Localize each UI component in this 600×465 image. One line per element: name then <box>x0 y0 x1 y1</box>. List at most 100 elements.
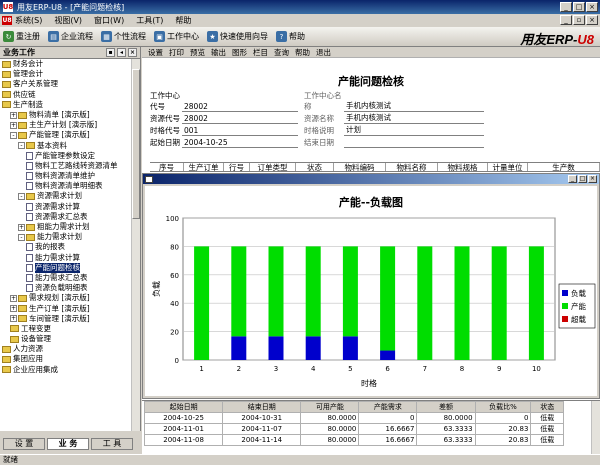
collapse-icon[interactable]: - <box>18 193 25 201</box>
chart-close-button[interactable]: × <box>588 175 597 183</box>
tree-item[interactable]: 供应链 <box>0 90 132 100</box>
chart-maximize-button[interactable]: □ <box>578 175 587 183</box>
field-value[interactable]: 001 <box>182 126 298 136</box>
grid-column-header[interactable]: 差额 <box>416 401 476 413</box>
tree-scrollbar[interactable] <box>131 59 140 431</box>
tree-item[interactable]: 客户关系管理 <box>0 79 132 89</box>
tree-item[interactable]: + 需求规划 [演示版] <box>0 293 132 303</box>
tree-item[interactable]: - 能力需求计划 <box>0 232 132 242</box>
tree-item[interactable]: 产能问题检核 <box>0 262 132 273</box>
tree-item[interactable]: 能力需求计算 <box>0 253 132 263</box>
tree-item[interactable]: - 资源需求计划 <box>0 191 132 201</box>
report-tool-button[interactable]: 设置 <box>148 47 163 58</box>
menu-view[interactable]: 视图(V) <box>54 15 82 26</box>
tree-item[interactable]: 资源需求计算 <box>0 202 132 212</box>
close-button[interactable]: × <box>586 2 598 12</box>
menu-system[interactable]: 系统(S) <box>15 15 42 26</box>
field-value[interactable]: 手机内核测试 <box>344 100 484 112</box>
tree-item[interactable]: 能力需求汇总表 <box>0 273 132 283</box>
menu-window[interactable]: 窗口(W) <box>94 15 124 26</box>
grid-column-header[interactable]: 结束日期 <box>222 401 302 413</box>
save-icon[interactable]: ▪ <box>106 48 115 57</box>
scrollbar-thumb[interactable] <box>132 69 140 219</box>
pin-icon[interactable]: ◂ <box>117 48 126 57</box>
quick-wizard-button[interactable]: ★ 快速使用向导 <box>207 31 268 42</box>
column-header[interactable]: 生产数 <box>528 163 600 172</box>
tree-item[interactable]: 产能管理参数设定 <box>0 151 132 161</box>
column-header[interactable]: 物料编码 <box>334 163 386 172</box>
tree-item[interactable]: + 物料清单 [演示版] <box>0 110 132 120</box>
maximize-button[interactable]: □ <box>573 2 585 12</box>
collapse-icon[interactable]: - <box>10 131 17 139</box>
expand-icon[interactable]: + <box>10 305 17 313</box>
child-close-button[interactable]: × <box>586 15 598 25</box>
help-button[interactable]: ? 帮助 <box>276 31 305 42</box>
tree-item[interactable]: 资源负载明细表 <box>0 283 132 293</box>
table-row[interactable]: 2004-11-08 2004-11-14 80.0000 16.6667 63.333… <box>143 434 564 446</box>
tree-item[interactable]: - 基本资料 <box>0 141 132 151</box>
field-value[interactable]: 28002 <box>182 114 298 124</box>
table-row[interactable]: 2004-10-25 2004-10-31 80.0000 0 80.0000 0 低载 <box>143 412 564 424</box>
custom-flow-button[interactable]: ▦ 个性流程 <box>101 31 146 42</box>
report-tool-button[interactable]: 帮助 <box>295 47 310 58</box>
field-value[interactable] <box>344 147 484 148</box>
tab-tools[interactable]: 工 具 <box>91 438 133 450</box>
tree-item[interactable]: 我的报表 <box>0 242 132 252</box>
tree-item[interactable]: + 粗能力需求计划 <box>0 222 132 232</box>
report-tool-button[interactable]: 打印 <box>169 47 184 58</box>
tree-item[interactable]: 物料资源清单明细表 <box>0 181 132 191</box>
grid-column-header[interactable]: 状态 <box>530 401 564 413</box>
grid-column-header[interactable]: 可用产能 <box>300 401 360 413</box>
column-header[interactable]: 行号 <box>224 163 250 172</box>
grid-scrollbar[interactable] <box>591 401 600 455</box>
expand-icon[interactable]: + <box>10 111 17 119</box>
tree-item[interactable]: 物料工艺路线转资源清单 <box>0 161 132 171</box>
field-value[interactable]: 计划 <box>344 124 484 136</box>
tree-item[interactable]: + 生产订单 [演示版] <box>0 304 132 314</box>
tree-item[interactable]: 物料资源清单维护 <box>0 171 132 181</box>
collapse-icon[interactable]: - <box>18 233 25 241</box>
tree-item[interactable]: 人力资源 <box>0 344 132 354</box>
workcenter-button[interactable]: ▣ 工作中心 <box>154 31 199 42</box>
grid-column-header[interactable]: 起始日期 <box>143 401 224 413</box>
report-tool-button[interactable]: 退出 <box>316 47 331 58</box>
column-header[interactable]: 状态 <box>296 163 334 172</box>
minimize-button[interactable]: _ <box>560 2 572 12</box>
tree-item[interactable]: 企业应用集成 <box>0 365 132 375</box>
field-value[interactable]: 手机内核测试 <box>344 112 484 124</box>
tree-item[interactable]: 集团应用 <box>0 354 132 364</box>
close-icon[interactable]: × <box>128 48 137 57</box>
grid-column-header[interactable]: 负载比% <box>474 401 532 413</box>
report-tool-button[interactable]: 输出 <box>211 47 226 58</box>
expand-icon[interactable]: + <box>10 315 17 323</box>
expand-icon[interactable]: + <box>18 223 25 231</box>
tab-business[interactable]: 业 务 <box>47 438 89 450</box>
tab-settings[interactable]: 设 置 <box>3 438 45 450</box>
tree-item[interactable]: 设备管理 <box>0 334 132 344</box>
grid-column-header[interactable]: 产能需求 <box>358 401 418 413</box>
table-row[interactable]: 2004-11-01 2004-11-07 80.0000 16.6667 63.333… <box>143 423 564 435</box>
expand-icon[interactable]: + <box>10 121 17 129</box>
expand-icon[interactable]: + <box>10 294 17 302</box>
column-header[interactable]: 计量单位 <box>488 163 528 172</box>
column-header[interactable]: 物料名称 <box>386 163 438 172</box>
child-restore-button[interactable]: ▫ <box>573 15 585 25</box>
field-value[interactable]: 2004-10-25 <box>182 138 298 148</box>
report-tool-button[interactable]: 图形 <box>232 47 247 58</box>
relogin-button[interactable]: ↻ 重注册 <box>3 31 40 42</box>
menu-help[interactable]: 帮助 <box>175 15 191 26</box>
report-tool-button[interactable]: 栏目 <box>253 47 268 58</box>
tree-item[interactable]: 资源需求汇总表 <box>0 212 132 222</box>
child-minimize-button[interactable]: _ <box>560 15 572 25</box>
column-header[interactable]: 订单类型 <box>250 163 296 172</box>
chart-minimize-button[interactable]: _ <box>568 175 577 183</box>
tree-item[interactable]: 财务会计 <box>0 59 132 69</box>
tree-item[interactable]: + 主生产计划 [演示版] <box>0 120 132 130</box>
report-tool-button[interactable]: 查询 <box>274 47 289 58</box>
tree-item[interactable]: 工程变更 <box>0 324 132 334</box>
report-tool-button[interactable]: 预览 <box>190 47 205 58</box>
tree-item[interactable]: - 产能管理 [演示版] <box>0 130 132 140</box>
menu-tools[interactable]: 工具(T) <box>136 15 163 26</box>
tree-item[interactable]: 管理会计 <box>0 69 132 79</box>
column-header[interactable]: 物料规格 <box>438 163 488 172</box>
